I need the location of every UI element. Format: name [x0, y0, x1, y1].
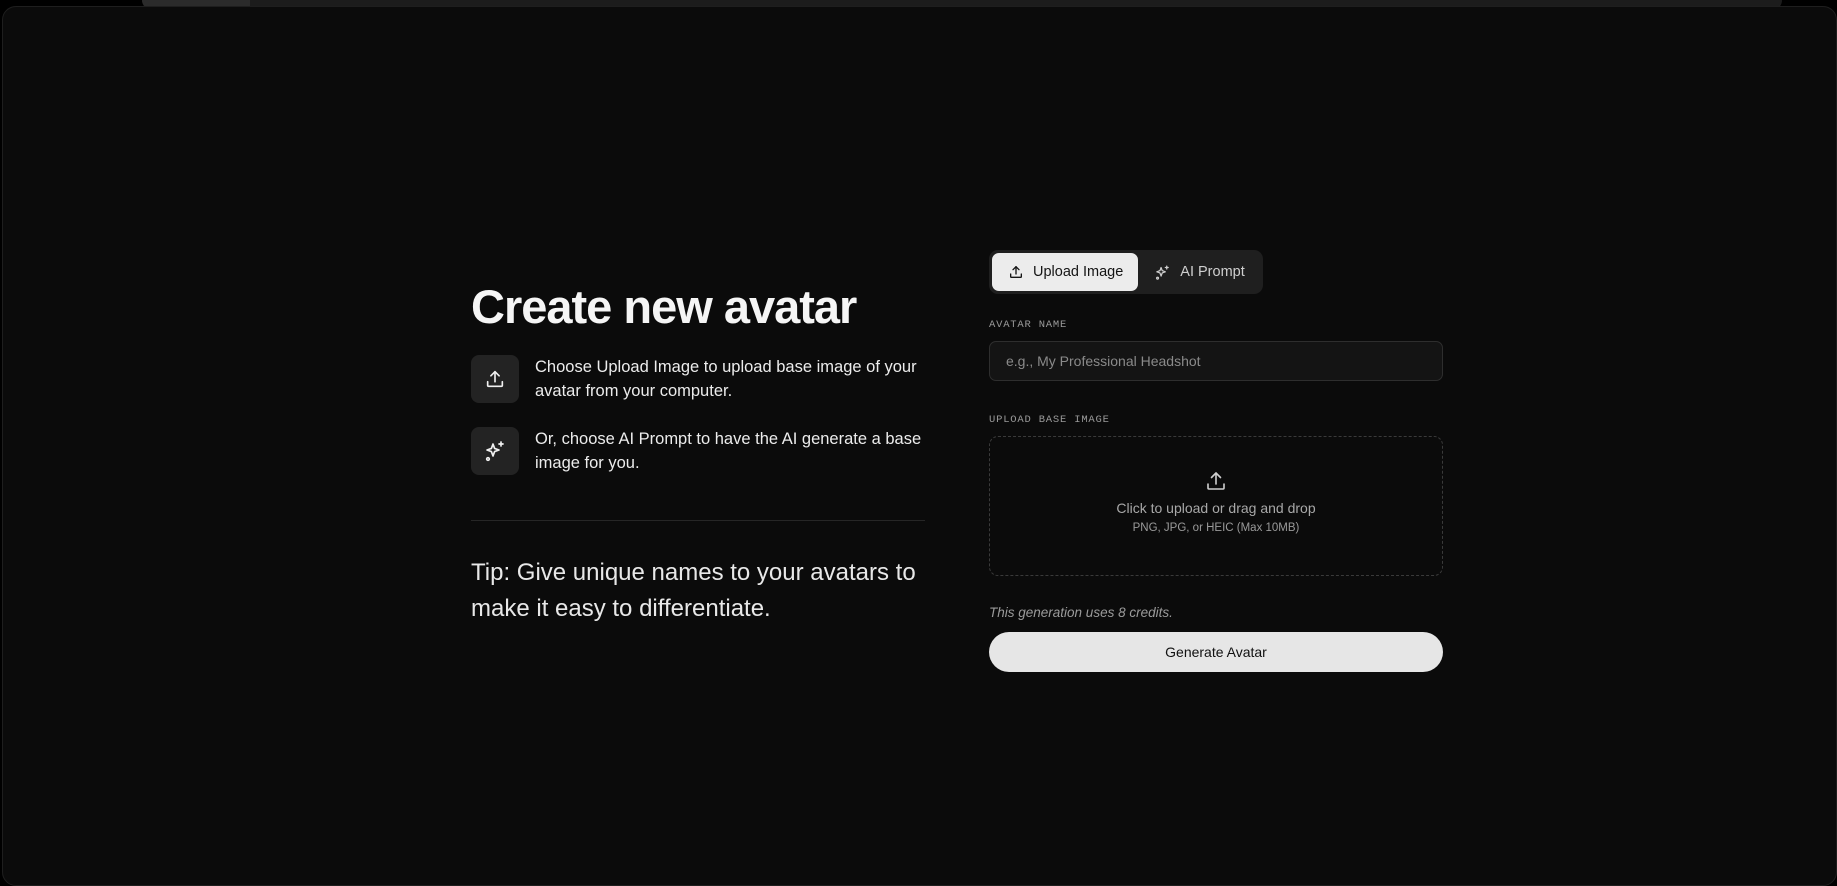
step-upload: Choose Upload Image to upload base image…	[471, 355, 925, 403]
generate-avatar-button[interactable]: Generate Avatar	[989, 632, 1443, 672]
divider	[471, 520, 925, 521]
sparkles-icon	[471, 427, 519, 475]
upload-icon	[471, 355, 519, 403]
avatar-name-input[interactable]	[989, 341, 1443, 381]
page-title: Create new avatar	[471, 280, 857, 333]
dropzone-file-types: PNG, JPG, or HEIC (Max 10MB)	[1132, 522, 1300, 534]
upload-base-image-label: UPLOAD BASE IMAGE	[989, 414, 1110, 426]
step-ai-text: Or, choose AI Prompt to have the AI gene…	[535, 430, 922, 472]
upload-icon	[990, 469, 1442, 493]
tab-upload-image[interactable]: Upload Image	[992, 253, 1139, 291]
upload-dropzone[interactable]: Click to upload or drag and drop PNG, JP…	[989, 436, 1443, 576]
step-ai: Or, choose AI Prompt to have the AI gene…	[471, 427, 925, 475]
main-panel: Create new avatar Choose Upload Image to…	[2, 6, 1837, 886]
avatar-name-label: AVATAR NAME	[989, 319, 1068, 331]
credits-note: This generation uses 8 credits.	[989, 605, 1173, 620]
tab-ai-prompt[interactable]: AI Prompt	[1138, 253, 1259, 291]
tab-ai-label: AI Prompt	[1180, 264, 1245, 280]
dropzone-instructions: Click to upload or drag and drop	[1116, 500, 1316, 516]
avatar-form: Upload Image AI Prompt AVATAR NAME UPLOA…	[989, 250, 1443, 672]
intro-section: Create new avatar Choose Upload Image to…	[471, 277, 925, 622]
sparkles-icon	[1156, 264, 1170, 280]
tip-text: Tip: Give unique names to your avatars t…	[471, 559, 916, 622]
source-tabs: Upload Image AI Prompt	[989, 250, 1263, 294]
upload-icon	[1010, 266, 1022, 278]
tab-upload-label: Upload Image	[1033, 264, 1124, 280]
step-upload-text: Choose Upload Image to upload base image…	[535, 358, 917, 400]
